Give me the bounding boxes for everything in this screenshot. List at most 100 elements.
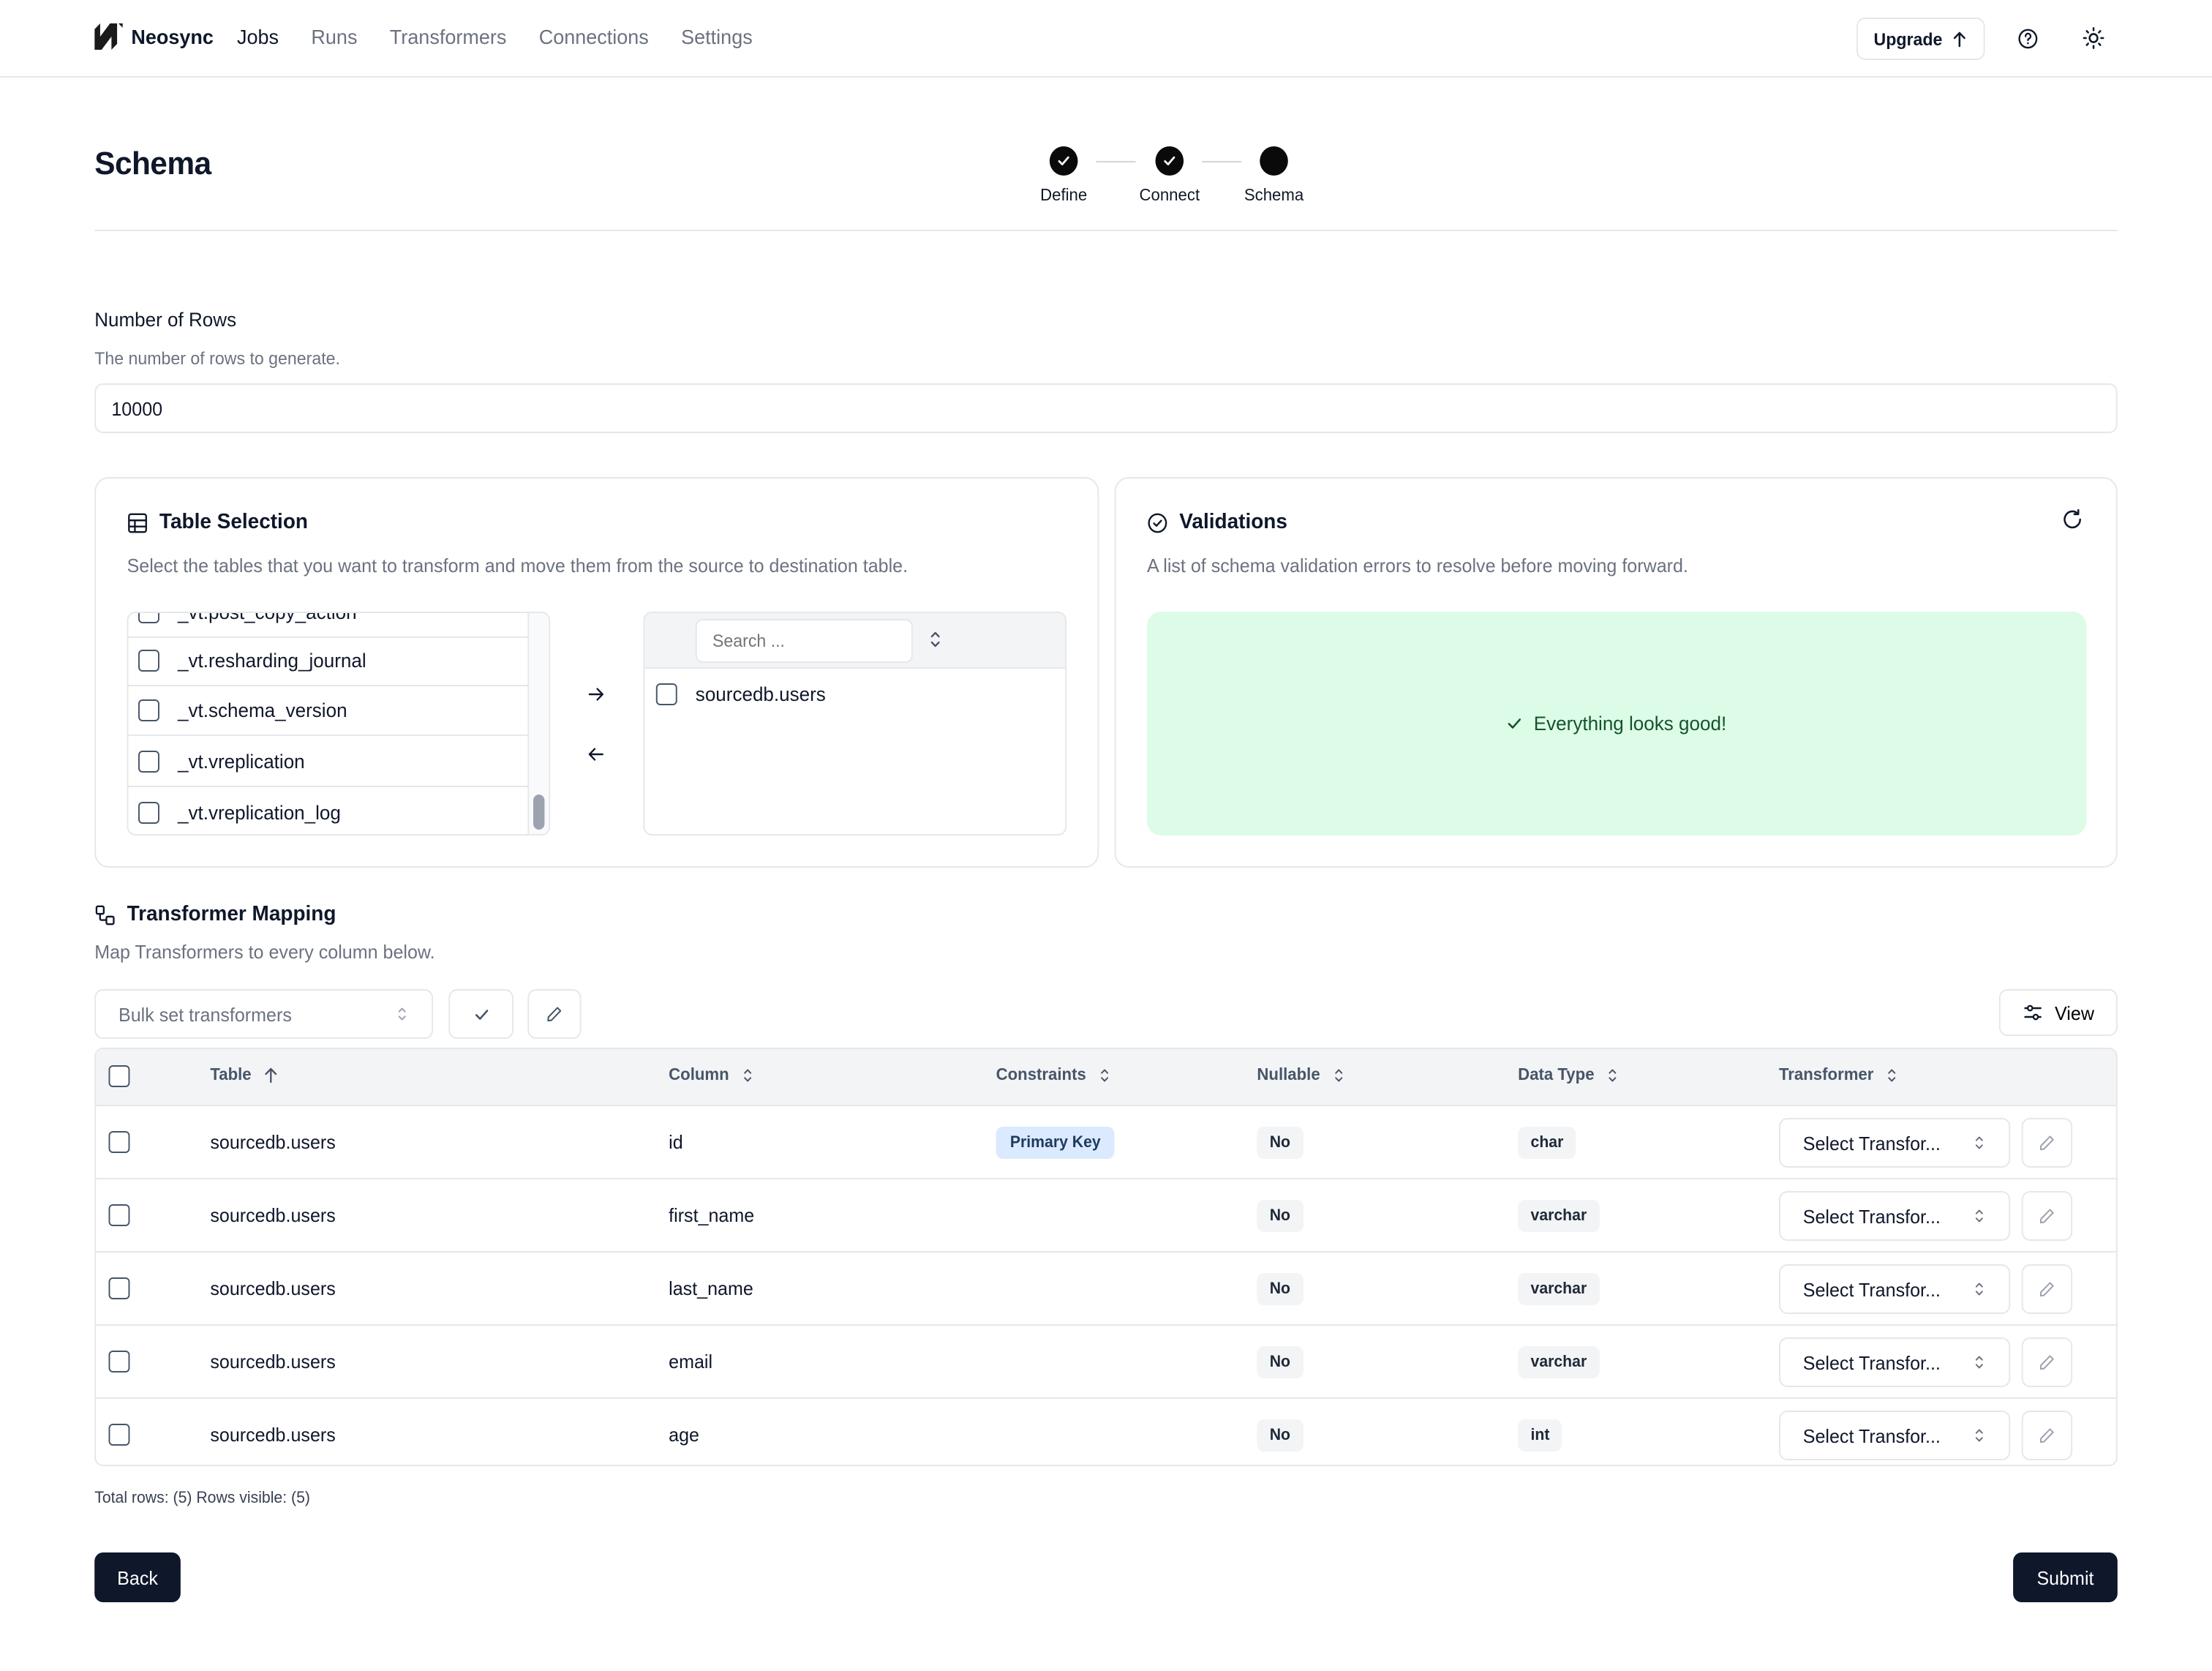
validations-description: A list of schema validation errors to re… xyxy=(1146,555,1688,577)
transformer-select[interactable]: Select Transfor... xyxy=(1778,1264,2011,1314)
column-header-nullable[interactable]: Nullable xyxy=(1257,1067,1345,1084)
column-header-label: Column xyxy=(669,1067,729,1084)
refresh-validations-button[interactable] xyxy=(2061,508,2084,538)
column-header-transformer[interactable]: Transformer xyxy=(1779,1067,1899,1084)
select-all-checkbox[interactable] xyxy=(108,1065,130,1087)
edit-transformer-button[interactable] xyxy=(2021,1191,2073,1241)
check-icon xyxy=(1058,156,1069,165)
scrollbar[interactable] xyxy=(527,613,549,834)
progress-stepper: Define Connect Schema xyxy=(1030,146,1312,212)
source-table-list[interactable]: _vt.post_copy_action _vt.resharding_jour… xyxy=(127,612,551,836)
list-item[interactable]: _vt.schema_version xyxy=(128,686,530,736)
row-checkbox[interactable] xyxy=(108,1351,130,1373)
chevron-up-down-icon xyxy=(1975,1429,1983,1442)
nullable-badge: No xyxy=(1257,1199,1304,1231)
column-header-table[interactable]: Table xyxy=(210,1067,279,1084)
transformer-select[interactable]: Select Transfor... xyxy=(1778,1118,2011,1168)
cell-column: email xyxy=(669,1351,713,1373)
checkbox[interactable] xyxy=(138,751,159,773)
table-selection-description: Select the tables that you want to trans… xyxy=(127,555,908,577)
nullable-badge: No xyxy=(1257,1126,1304,1158)
nav-settings[interactable]: Settings xyxy=(681,25,753,48)
edit-transformer-button[interactable] xyxy=(2021,1118,2073,1168)
list-item[interactable]: _vt.vreplication xyxy=(128,737,530,787)
row-checkbox[interactable] xyxy=(108,1424,130,1446)
list-item-label: _vt.schema_version xyxy=(178,699,347,721)
bulk-apply-button[interactable] xyxy=(448,989,514,1039)
pencil-icon xyxy=(2039,1135,2054,1151)
arrow-left-icon xyxy=(587,747,603,760)
chevron-up-down-icon[interactable] xyxy=(927,629,944,650)
table-row: sourcedb.users last_name No varchar Sele… xyxy=(96,1253,2116,1326)
page-title: Schema xyxy=(94,145,211,181)
transformer-select[interactable]: Select Transfor... xyxy=(1778,1191,2011,1241)
validation-status-message: Everything looks good! xyxy=(1533,713,1727,735)
theme-toggle-button[interactable] xyxy=(2075,19,2112,57)
bulk-select-placeholder: Bulk set transformers xyxy=(118,1003,292,1025)
step-connector xyxy=(1096,161,1136,162)
brand-name: Neosync xyxy=(131,25,214,48)
transformer-select-label: Select Transfor... xyxy=(1802,1424,1941,1446)
list-item[interactable]: _vt.post_copy_action xyxy=(128,612,530,638)
scrollbar-thumb[interactable] xyxy=(533,795,545,830)
cell-table: sourcedb.users xyxy=(210,1204,336,1226)
checkbox[interactable] xyxy=(138,650,159,672)
column-header-constraints[interactable]: Constraints xyxy=(996,1067,1112,1084)
edit-transformer-button[interactable] xyxy=(2021,1337,2073,1387)
column-header-column[interactable]: Column xyxy=(669,1067,754,1084)
table-row: sourcedb.users id Primary Key No char Se… xyxy=(96,1106,2116,1179)
submit-button[interactable]: Submit xyxy=(2013,1552,2118,1602)
move-right-button[interactable] xyxy=(583,680,609,707)
cell-table: sourcedb.users xyxy=(210,1277,336,1299)
list-item-label: sourcedb.users xyxy=(695,683,826,705)
back-button[interactable]: Back xyxy=(94,1552,181,1602)
row-checkbox[interactable] xyxy=(108,1204,130,1226)
table-selection-heading: Table Selection xyxy=(159,511,309,534)
list-item-label: _vt.vreplication xyxy=(178,751,305,773)
bulk-edit-button[interactable] xyxy=(527,989,582,1039)
row-checkbox[interactable] xyxy=(108,1277,130,1299)
checkbox[interactable] xyxy=(138,801,159,823)
nav-transformers[interactable]: Transformers xyxy=(390,25,507,48)
cell-table: sourcedb.users xyxy=(210,1424,336,1446)
edit-transformer-button[interactable] xyxy=(2021,1411,2073,1460)
checkbox[interactable] xyxy=(655,683,677,705)
chevron-up-down-icon xyxy=(1100,1069,1108,1082)
list-item[interactable]: _vt.vreplication_log xyxy=(129,787,530,834)
validation-success-panel: Everything looks good! xyxy=(1146,612,2087,836)
move-left-button[interactable] xyxy=(583,740,609,767)
list-item-label: _vt.post_copy_action xyxy=(178,612,357,623)
rows-field-description: The number of rows to generate. xyxy=(94,348,340,369)
column-header-data-type[interactable]: Data Type xyxy=(1518,1067,1620,1084)
brand-logo[interactable]: Neosync xyxy=(94,23,214,50)
table-row: sourcedb.users age No int Select Transfo… xyxy=(96,1399,2116,1465)
chevron-up-down-icon xyxy=(1975,1209,1983,1223)
chevron-up-down-icon xyxy=(398,1007,406,1021)
row-checkbox[interactable] xyxy=(108,1131,130,1153)
edit-transformer-button[interactable] xyxy=(2021,1264,2073,1314)
transformer-select[interactable]: Select Transfor... xyxy=(1778,1337,2011,1387)
step-label-connect: Connect xyxy=(1139,187,1200,205)
nav-jobs[interactable]: Jobs xyxy=(237,25,279,48)
help-button[interactable] xyxy=(2009,19,2045,57)
number-of-rows-input[interactable] xyxy=(94,383,2118,433)
list-item[interactable]: sourcedb.users xyxy=(644,669,1065,718)
step-label-define: Define xyxy=(1040,187,1088,205)
bulk-transformer-select[interactable]: Bulk set transformers xyxy=(94,989,434,1039)
destination-search-input[interactable] xyxy=(695,619,913,663)
transformer-select[interactable]: Select Transfor... xyxy=(1778,1411,2011,1460)
list-item[interactable]: _vt.resharding_journal xyxy=(128,637,530,686)
checkbox[interactable] xyxy=(138,699,159,721)
nav-runs[interactable]: Runs xyxy=(311,25,357,48)
table-row: sourcedb.users email No varchar Select T… xyxy=(96,1326,2116,1399)
checkbox[interactable] xyxy=(138,613,159,623)
cell-column: first_name xyxy=(669,1204,755,1226)
sliders-icon xyxy=(2023,1005,2041,1021)
view-options-button[interactable]: View xyxy=(1998,989,2118,1036)
transformer-select-label: Select Transfor... xyxy=(1802,1205,1941,1227)
nav-connections[interactable]: Connections xyxy=(539,25,649,48)
destination-table-list[interactable]: sourcedb.users xyxy=(643,612,1067,836)
chevron-up-down-icon xyxy=(743,1069,751,1082)
constraint-badge: Primary Key xyxy=(996,1126,1116,1158)
upgrade-button[interactable]: Upgrade xyxy=(1856,18,1985,60)
